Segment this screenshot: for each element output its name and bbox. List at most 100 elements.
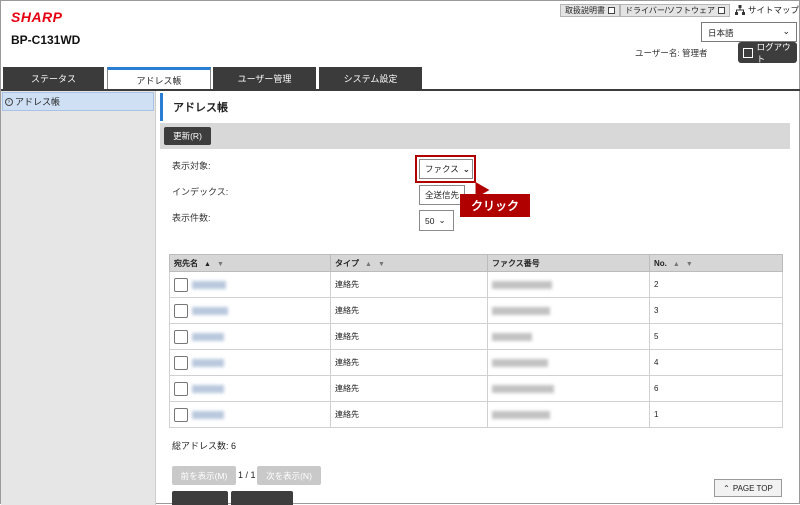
sitemap-link[interactable]: サイトマップ [735, 4, 799, 16]
row-type: 連絡先 [330, 401, 488, 428]
row-checkbox[interactable] [174, 329, 188, 344]
column-label: タイプ [335, 258, 359, 268]
sort-desc-icon[interactable]: ▼ [217, 261, 224, 268]
driver-link-label: ドライバー/ソフトウェア [625, 6, 716, 15]
row-no: 6 [649, 375, 783, 402]
sort-desc-icon[interactable]: ▼ [686, 261, 693, 268]
column-header-fax-number: ファクス番号 [487, 254, 650, 272]
callout-label: クリック [460, 194, 530, 217]
total-label: 総アドレス数: [172, 441, 229, 451]
redacted-name[interactable] [192, 384, 224, 393]
table-row: 連絡先 4 [169, 349, 783, 376]
sort-asc-icon[interactable]: ▲ [673, 261, 680, 268]
language-select[interactable]: 日本語 ⌄ [701, 22, 797, 42]
tab-user-management[interactable]: ユーザー管理 [213, 67, 316, 90]
total-value: 6 [231, 441, 237, 451]
logout-icon [743, 47, 753, 58]
redacted-fax-number [492, 332, 532, 341]
redacted-fax-number [492, 410, 550, 419]
display-count-select[interactable]: 50 ⌄ [419, 210, 454, 231]
row-checkbox[interactable] [174, 355, 188, 370]
row-type: 連絡先 [330, 323, 488, 350]
page-top-label: PAGE TOP [732, 483, 773, 493]
redacted-fax-number [492, 280, 552, 289]
row-no: 4 [649, 349, 783, 376]
external-link-icon [608, 7, 615, 14]
page-indicator: 1 / 1 [238, 470, 256, 480]
row-no: 3 [649, 297, 783, 324]
index-label: インデックス: [172, 187, 229, 197]
redacted-fax-number [492, 384, 554, 393]
sidebar-item-address-book[interactable]: › アドレス帳 [2, 92, 154, 111]
table-row: 連絡先 5 [169, 323, 783, 350]
redacted-name[interactable] [192, 332, 224, 341]
row-no: 1 [649, 401, 783, 428]
refresh-button[interactable]: 更新(R) [164, 127, 211, 145]
tab-status[interactable]: ステータス [3, 67, 104, 90]
row-no: 5 [649, 323, 783, 350]
chevron-down-icon: ⌄ [438, 215, 446, 225]
row-checkbox[interactable] [174, 381, 188, 396]
column-header-type[interactable]: タイプ ▲ ▼ [330, 254, 488, 272]
row-type: 連絡先 [330, 375, 488, 402]
row-checkbox[interactable] [174, 303, 188, 318]
chevron-right-icon: › [5, 97, 13, 106]
callout-highlight [415, 155, 476, 183]
manual-link[interactable]: 取扱説明書 [560, 4, 620, 17]
sort-desc-icon[interactable]: ▼ [378, 261, 385, 268]
sort-asc-icon[interactable]: ▲ [204, 261, 211, 268]
index-select[interactable]: 全送信先 [419, 185, 465, 205]
redacted-name[interactable] [192, 358, 224, 367]
redacted-fax-number [492, 358, 548, 367]
language-value: 日本語 [708, 28, 734, 38]
index-value: 全送信先 [425, 190, 460, 200]
redacted-name[interactable] [192, 306, 228, 315]
model-name: BP-C131WD [11, 33, 81, 47]
column-header-no[interactable]: No. ▲ ▼ [649, 254, 783, 272]
row-type: 連絡先 [330, 297, 488, 324]
page-top-button[interactable]: ⌃ PAGE TOP [714, 479, 782, 497]
manual-link-label: 取扱説明書 [565, 6, 605, 15]
external-link-icon [718, 7, 726, 14]
page-title: アドレス帳 [160, 93, 790, 121]
chevron-down-icon: ⌄ [782, 26, 790, 36]
column-label: No. [654, 258, 667, 268]
row-checkbox[interactable] [174, 407, 188, 422]
row-checkbox[interactable] [174, 277, 188, 292]
sidebar-item-label: アドレス帳 [15, 97, 61, 107]
bottom-button-partial[interactable] [172, 491, 228, 505]
redacted-name[interactable] [192, 410, 224, 419]
table-row: 連絡先 1 [169, 401, 783, 428]
sitemap-icon [735, 5, 745, 15]
row-type: 連絡先 [330, 349, 488, 376]
redacted-name[interactable] [192, 280, 226, 289]
table-row: 連絡先 3 [169, 297, 783, 324]
tab-system-settings[interactable]: システム設定 [319, 67, 422, 90]
tab-address-book[interactable]: アドレス帳 [107, 67, 211, 90]
toolbar [160, 123, 790, 149]
bottom-button-partial[interactable] [231, 491, 293, 505]
column-label: 宛先名 [174, 258, 198, 268]
logout-button[interactable]: ログアウト [738, 41, 797, 64]
sitemap-label: サイトマップ [748, 5, 800, 15]
column-header-name[interactable]: 宛先名 ▲ ▼ [169, 254, 331, 272]
sort-asc-icon[interactable]: ▲ [365, 261, 372, 268]
redacted-fax-number [492, 306, 550, 315]
sidebar [1, 91, 156, 505]
display-count-value: 50 [425, 215, 435, 226]
chevron-up-icon: ⌃ [723, 483, 730, 493]
display-target-label: 表示対象: [172, 161, 211, 171]
column-label: ファクス番号 [492, 258, 540, 268]
brand-logo: SHARP [11, 9, 63, 25]
prev-page-button[interactable]: 前を表示(M) [172, 466, 236, 485]
main-tabs: ステータス アドレス帳 ユーザー管理 システム設定 [1, 67, 800, 90]
username-label: ユーザー名: 管理者 [635, 48, 708, 58]
display-count-label: 表示件数: [172, 213, 211, 223]
address-table: 宛先名 ▲ ▼ タイプ ▲ ▼ ファクス番号 No. ▲ ▼ 連絡先 2 連絡先 3 連絡先… [169, 254, 783, 428]
total-address-count: 総アドレス数: 6 [172, 439, 236, 452]
logout-label: ログアウト [756, 41, 791, 64]
row-type: 連絡先 [330, 271, 488, 298]
driver-software-link[interactable]: ドライバー/ソフトウェア [620, 4, 731, 17]
next-page-button[interactable]: 次を表示(N) [257, 466, 321, 485]
table-row: 連絡先 2 [169, 271, 783, 298]
